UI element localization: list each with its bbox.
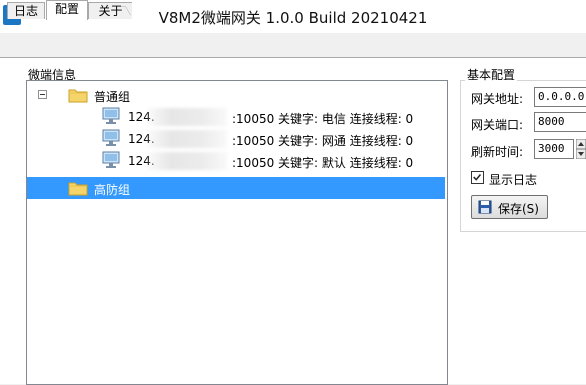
server-details: :10050 关键字: 默认 连接线程: 0 — [232, 156, 414, 170]
server-details: :10050 关键字: 网通 连接线程: 0 — [232, 134, 414, 148]
tree-node-server[interactable]: 124. :10050 关键字: 网通 连接线程: 0 — [27, 128, 445, 150]
show-log-checkbox[interactable] — [471, 171, 484, 184]
save-button[interactable]: 保存(S) — [471, 195, 548, 219]
tab-log[interactable]: 日志 — [7, 2, 45, 19]
tree-node-server[interactable]: 124. :10050 关键字: 默认 连接线程: 0 — [27, 150, 445, 172]
save-button-label: 保存(S) — [498, 202, 539, 216]
tab-config[interactable]: 配置 — [46, 0, 88, 20]
folder-icon — [68, 89, 88, 103]
gateway-port-input[interactable]: 8000 — [534, 112, 586, 132]
gateway-port-label: 网关端口: — [471, 118, 524, 132]
refresh-time-label: 刷新时间: — [471, 145, 524, 159]
gateway-address-label: 网关地址: — [471, 92, 524, 106]
server-details: :10050 关键字: 电信 连接线程: 0 — [232, 112, 414, 126]
tree-node-normal-group[interactable]: 普通组 — [27, 84, 445, 106]
folder-icon — [68, 182, 88, 196]
redacted-ip — [147, 108, 227, 126]
config-title: 基本配置 — [465, 66, 518, 83]
check-icon — [473, 174, 482, 181]
tree-node-label: 高防组 — [94, 183, 131, 197]
redacted-ip — [147, 130, 227, 148]
refresh-time-stepper[interactable] — [576, 139, 586, 159]
computer-icon — [102, 151, 120, 168]
floppy-disk-icon — [478, 200, 492, 214]
gateway-address-input[interactable]: 0.0.0.0 — [534, 87, 586, 107]
tree-node-defense-group[interactable]: 高防组 — [27, 177, 445, 199]
tree-node-label: 普通组 — [94, 90, 131, 104]
redacted-ip — [147, 152, 227, 170]
refresh-time-input[interactable]: 3000 — [534, 139, 574, 159]
tree-node-server[interactable]: 124. :10050 关键字: 电信 连接线程: 0 — [27, 106, 445, 128]
tab-slant-edge — [120, 6, 131, 16]
computer-icon — [102, 107, 120, 124]
collapse-icon[interactable] — [38, 90, 47, 99]
show-log-label: 显示日志 — [489, 173, 538, 187]
computer-icon — [102, 129, 120, 146]
microserver-tree[interactable]: 普通组 124. :10050 关键字: 电信 连接线程: 0 124. :10… — [26, 80, 448, 385]
